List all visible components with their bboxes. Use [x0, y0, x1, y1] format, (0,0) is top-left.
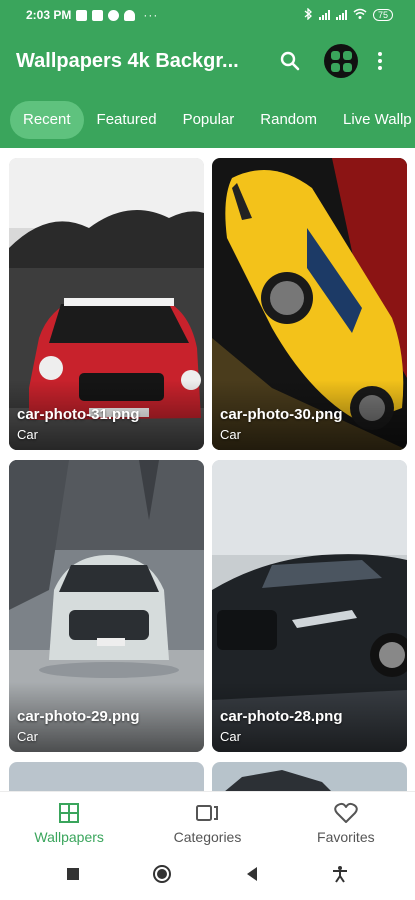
nav-wallpapers[interactable]: Wallpapers — [0, 792, 138, 853]
nav-label: Favorites — [317, 828, 375, 845]
system-navigation-bar — [0, 853, 415, 900]
wallpaper-filename: car-photo-30.png — [220, 406, 343, 423]
wallpaper-card[interactable] — [212, 762, 407, 791]
wallpaper-card[interactable]: car-photo-31.png Car — [9, 158, 204, 450]
wallpaper-image — [212, 762, 407, 791]
wallpaper-image — [9, 762, 204, 791]
apps-grid-button[interactable] — [324, 44, 358, 78]
wallpaper-category: Car — [17, 729, 38, 744]
signal-icon — [318, 10, 330, 20]
wallpaper-card[interactable]: car-photo-28.png Car — [212, 460, 407, 752]
home-button[interactable] — [152, 864, 172, 889]
heart-icon — [334, 801, 358, 825]
nav-categories[interactable]: Categories — [138, 792, 276, 853]
wallpaper-filename: car-photo-31.png — [17, 406, 140, 423]
back-button[interactable] — [245, 866, 259, 887]
tab-popular[interactable]: Popular — [170, 101, 248, 139]
tab-live-wallpapers[interactable]: Live Wallp — [330, 101, 415, 139]
grid-icon — [58, 801, 80, 825]
notification-icon — [124, 9, 136, 21]
bottom-navigation: Wallpapers Categories Favorites — [0, 791, 415, 853]
notification-icon — [92, 9, 104, 21]
grid-tile — [342, 62, 352, 72]
wallpaper-grid: car-photo-31.png Car car-photo-30.png Ca… — [0, 148, 415, 791]
nav-label: Wallpapers — [34, 828, 104, 845]
app-bar: Wallpapers 4k Backgr... — [0, 30, 415, 92]
wallpaper-category: Car — [220, 427, 241, 442]
wallpaper-category: Car — [17, 427, 38, 442]
status-time: 2:03 PM — [26, 8, 72, 22]
category-tabs: Recent Featured Popular Random Live Wall… — [0, 92, 415, 148]
wallpaper-filename: car-photo-28.png — [220, 708, 343, 725]
nav-favorites[interactable]: Favorites — [277, 792, 415, 853]
wallpaper-filename: car-photo-29.png — [17, 708, 140, 725]
status-bar: 2:03 PM ··· 75 — [0, 0, 415, 30]
wallpaper-card[interactable]: car-photo-30.png Car — [212, 158, 407, 450]
nav-label: Categories — [173, 828, 242, 845]
grid-tile — [330, 62, 340, 72]
tab-random[interactable]: Random — [247, 101, 330, 139]
wallpaper-card[interactable] — [9, 762, 204, 791]
bluetooth-icon — [304, 6, 313, 23]
wallpaper-card[interactable]: car-photo-29.png Car — [9, 460, 204, 752]
wallpaper-category: Car — [220, 729, 241, 744]
notification-icon — [108, 9, 120, 21]
battery-icon: 75 — [372, 9, 393, 21]
app-title: Wallpapers 4k Backgr... — [16, 49, 239, 72]
tab-recent[interactable]: Recent — [10, 101, 84, 139]
notification-icon — [76, 9, 88, 21]
tab-featured[interactable]: Featured — [84, 101, 170, 139]
signal-icon — [335, 10, 347, 20]
wifi-icon — [353, 8, 367, 22]
search-icon[interactable] — [278, 49, 302, 73]
grid-tile — [330, 50, 340, 60]
grid-tile — [342, 50, 352, 60]
accessibility-icon[interactable] — [331, 865, 349, 888]
categories-icon — [195, 801, 219, 825]
more-options-icon[interactable] — [378, 52, 382, 70]
more-notifications-icon: ··· — [143, 8, 159, 22]
recents-button[interactable] — [66, 867, 80, 886]
